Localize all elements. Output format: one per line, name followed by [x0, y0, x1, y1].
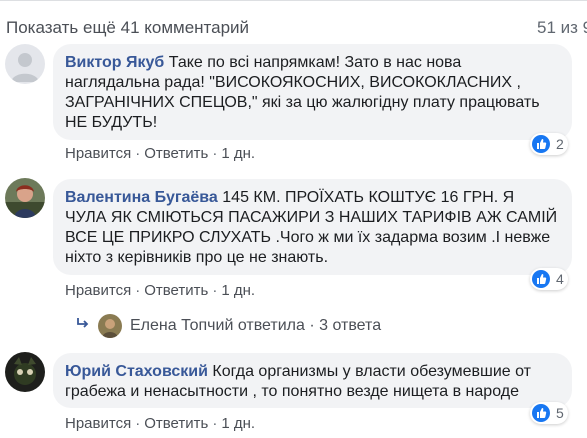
avatar[interactable]: [5, 178, 45, 218]
reply-button[interactable]: Ответить: [144, 415, 208, 432]
reaction-count[interactable]: 5: [530, 402, 568, 424]
reaction-number: 4: [556, 271, 564, 287]
comment-actions: Нравится · Ответить · 1 дн.: [65, 145, 256, 162]
comment-bubble: Валентина Бугаёва 145 КМ. ПРОЇХАТЬ КОШТУ…: [53, 179, 572, 275]
comment-bubble: Юрий Стаховский Когда организмы у власти…: [53, 353, 572, 408]
reply-arrow-icon: [76, 317, 90, 336]
user-photo-icon: [5, 352, 45, 392]
comments-header: Показать ещё 41 комментарий 51 из 9: [6, 14, 587, 42]
like-button[interactable]: Нравится: [65, 282, 131, 299]
like-reaction-icon: [532, 404, 550, 422]
reply-avatar: [98, 314, 122, 338]
reaction-number: 5: [556, 405, 564, 421]
reaction-number: 2: [556, 136, 564, 152]
comments-count: 51 из 9: [537, 18, 587, 37]
reaction-count[interactable]: 2: [530, 133, 568, 155]
comment-timestamp[interactable]: 1 дн.: [221, 415, 255, 432]
like-reaction-icon: [532, 135, 550, 153]
reaction-count[interactable]: 4: [530, 268, 568, 290]
reply-verb: ответила: [237, 317, 305, 334]
avatar[interactable]: [5, 44, 45, 84]
reply-button[interactable]: Ответить: [144, 282, 208, 299]
comment-actions: Нравится · Ответить · 1 дн.: [65, 415, 256, 432]
show-more-comments-link[interactable]: Показать ещё 41 комментарий: [6, 18, 249, 38]
comment-bubble: Виктор Якуб Таке по всі напрямкам! Зато …: [53, 44, 572, 140]
avatar[interactable]: [5, 352, 45, 392]
comment-timestamp[interactable]: 1 дн.: [221, 282, 255, 299]
user-photo-icon: [98, 314, 122, 338]
reply-button[interactable]: Ответить: [144, 145, 208, 162]
view-replies-link[interactable]: Елена Топчий ответила · 3 ответа: [76, 313, 381, 339]
comment-author[interactable]: Валентина Бугаёва: [65, 189, 218, 206]
reply-author[interactable]: Елена Топчий: [130, 317, 233, 335]
replies-count[interactable]: 3 ответа: [319, 317, 381, 335]
comment-timestamp[interactable]: 1 дн.: [221, 145, 255, 162]
default-avatar-icon: [5, 44, 45, 84]
like-button[interactable]: Нравится: [65, 415, 131, 432]
comment-actions: Нравится · Ответить · 1 дн.: [65, 282, 256, 299]
like-reaction-icon: [532, 270, 550, 288]
comment-author[interactable]: Виктор Якуб: [65, 54, 164, 71]
user-photo-icon: [5, 178, 45, 218]
reply-separator: ·: [309, 317, 315, 334]
top-divider: [0, 0, 587, 1]
comment-author[interactable]: Юрий Стаховский: [65, 363, 208, 380]
like-button[interactable]: Нравится: [65, 145, 131, 162]
